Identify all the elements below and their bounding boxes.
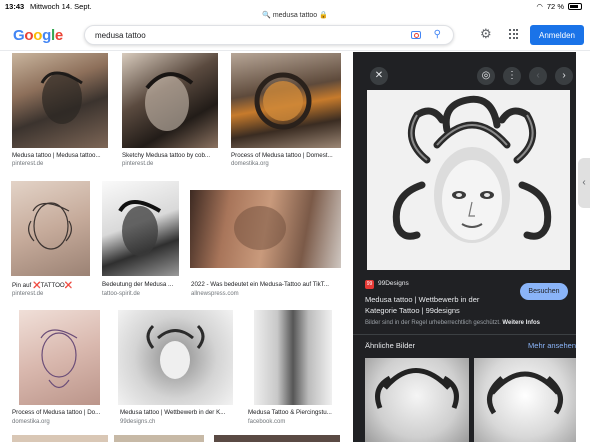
status-date: Mittwoch 14. Sept. [30, 2, 92, 11]
result-caption[interactable]: Process of Medusa tattoo | Do... [12, 409, 106, 416]
see-more-link[interactable]: Mehr ansehen [528, 341, 576, 350]
more-options-icon[interactable]: ⋮ [503, 67, 521, 85]
copyright-text: Bilder sind in der Regel urheberrechtlic… [365, 320, 501, 326]
search-box[interactable]: ⚲ [84, 25, 454, 45]
more-info-link[interactable]: Weitere Infos [502, 320, 540, 326]
result-image[interactable] [122, 53, 218, 148]
result-source: pinterest.de [12, 161, 44, 167]
result-source: pinterest.de [12, 291, 44, 297]
result-image[interactable] [12, 53, 108, 148]
site-name[interactable]: 99Designs [378, 280, 409, 287]
result-caption[interactable]: Pin auf ❌TATTOO❌ [12, 281, 91, 289]
result-source: pinterest.de [122, 161, 154, 167]
result-source: facebook.com [248, 419, 286, 425]
result-image[interactable] [19, 310, 100, 405]
battery-icon [568, 3, 582, 10]
next-icon[interactable]: › [555, 67, 573, 85]
result-caption[interactable]: 2022 - Was bedeutet ein Medusa-Tattoo au… [191, 281, 341, 288]
result-source: 99designs.ch [120, 419, 156, 425]
image-preview-panel: ✕ ◎ ⋮ ‹ › 99 99Designs Medusa tattoo | W… [353, 52, 576, 442]
result-caption[interactable]: Medusa Tattoo & Piercingstu... [248, 409, 341, 416]
result-caption[interactable]: Sketchy Medusa tattoo by cob... [122, 152, 218, 159]
result-image[interactable] [254, 310, 332, 405]
result-source: tattoo-spirit.de [102, 291, 141, 297]
preview-image[interactable] [367, 90, 570, 270]
close-icon[interactable]: ✕ [370, 67, 388, 85]
status-bar: 13:43 Mittwoch 14. Sept. 🔍 medusa tattoo… [0, 0, 590, 19]
result-image[interactable] [11, 181, 90, 276]
visit-button[interactable]: Besuchen [520, 283, 568, 300]
result-image[interactable] [231, 53, 341, 148]
search-icon[interactable]: ⚲ [434, 29, 441, 40]
address-text: medusa tattoo [272, 12, 318, 19]
result-caption[interactable]: Bedeutung der Medusa ... [102, 281, 179, 288]
result-image[interactable] [102, 181, 179, 276]
preview-title[interactable]: Medusa tattoo | Wettbewerb in der Katego… [365, 294, 510, 316]
similar-image[interactable] [474, 358, 576, 442]
result-source: allnewspress.com [191, 291, 239, 297]
panel-divider [353, 334, 576, 335]
previous-icon[interactable]: ‹ [529, 67, 547, 85]
status-icons: ◠ 72 % [536, 2, 582, 11]
status-time: 13:43 [5, 2, 25, 11]
result-image[interactable] [190, 190, 341, 268]
similar-images-heading: Ähnliche Bilder [365, 341, 416, 350]
camera-icon[interactable] [411, 31, 421, 39]
battery-percent: 72 % [546, 2, 564, 11]
site-favicon: 99 [365, 280, 374, 289]
address-bar[interactable]: 🔍 medusa tattoo 🔒 [0, 11, 590, 19]
result-caption[interactable]: Medusa tattoo | Medusa tattoo... [12, 152, 108, 159]
result-source: domestika.org [231, 161, 269, 167]
sign-in-button[interactable]: Anmelden [530, 25, 584, 45]
lens-icon[interactable]: ◎ [477, 67, 495, 85]
wifi-icon: ◠ [536, 2, 543, 11]
apps-grid-icon[interactable] [509, 29, 519, 39]
google-logo[interactable]: Google [13, 27, 63, 44]
gear-icon[interactable]: ⚙ [480, 26, 492, 42]
header-divider [0, 50, 590, 51]
side-panel-handle[interactable]: ‹ [578, 158, 590, 208]
result-image[interactable] [114, 435, 204, 442]
result-image[interactable] [12, 435, 108, 442]
result-source: domestika.org [12, 419, 50, 425]
search-header: Google ⚲ ⚙ Anmelden [0, 20, 590, 50]
result-image[interactable] [214, 435, 340, 442]
copyright-notice: Bilder sind in der Regel urheberrechtlic… [365, 320, 540, 326]
similar-image[interactable] [365, 358, 469, 442]
result-image[interactable] [118, 310, 233, 405]
result-caption[interactable]: Process of Medusa tattoo | Domest... [231, 152, 341, 159]
search-input[interactable] [95, 29, 395, 42]
result-caption[interactable]: Medusa tattoo | Wettbewerb in der K... [120, 409, 233, 416]
